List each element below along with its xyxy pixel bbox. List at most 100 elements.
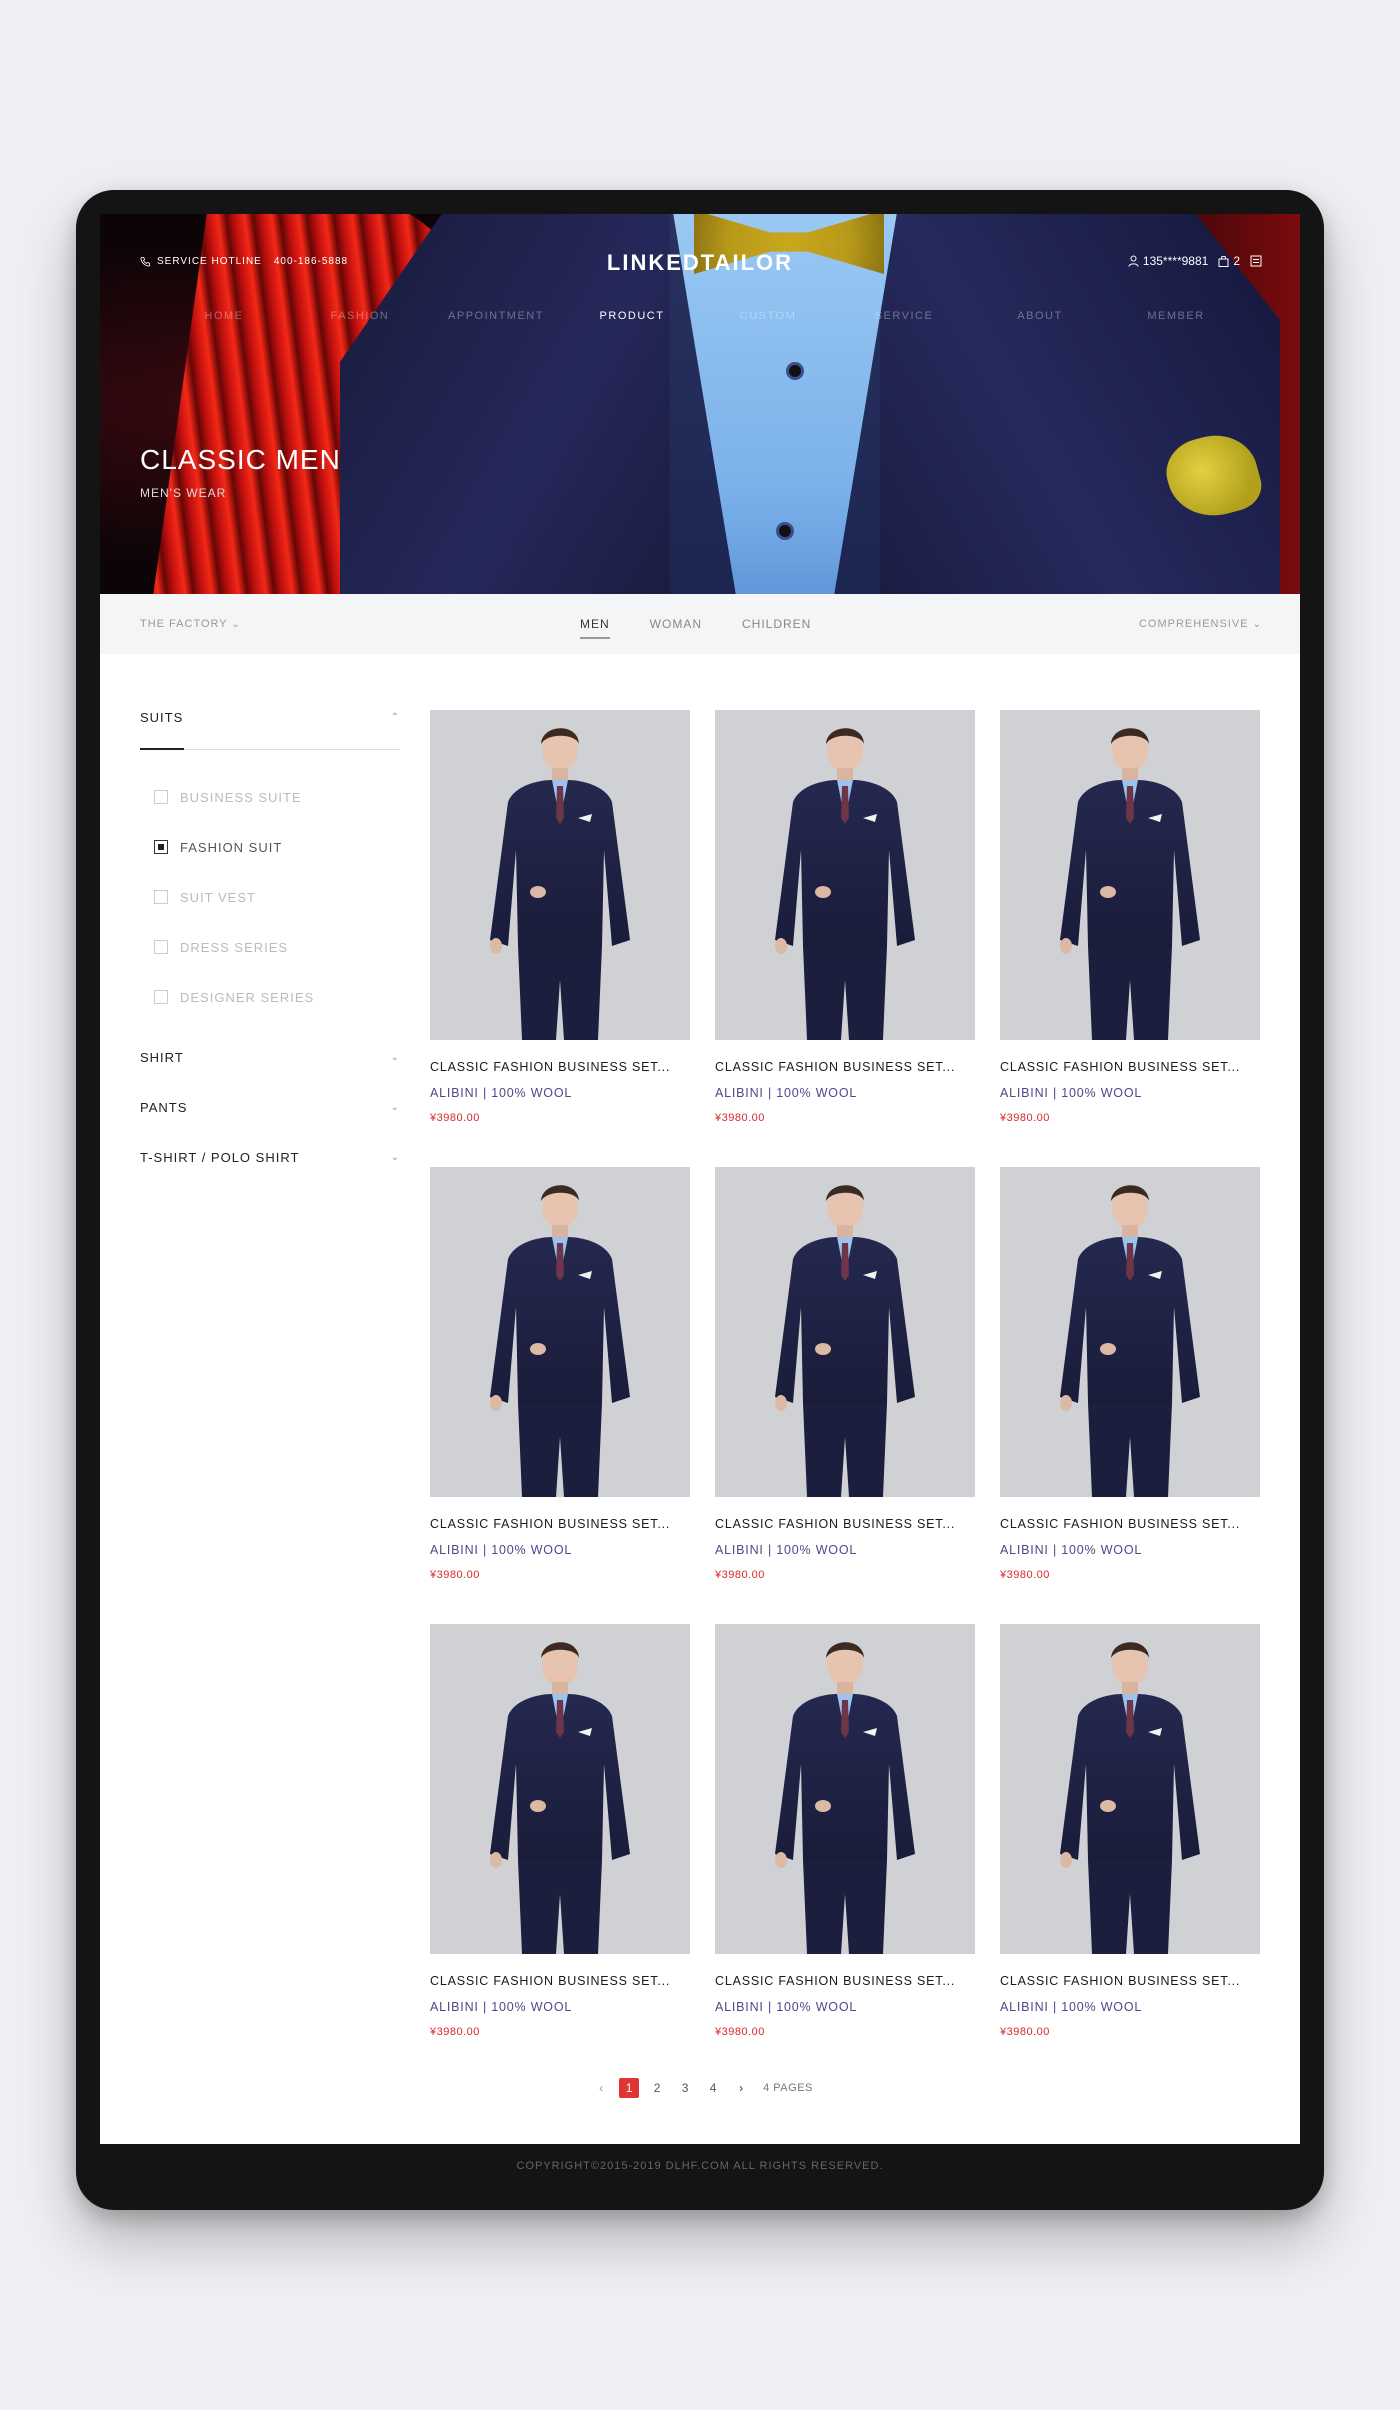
product-card[interactable]: CLASSIC FASHION BUSINESS SET... ALIBINI … — [1000, 1167, 1260, 1624]
category-pants[interactable]: PANTS ⌄ — [140, 1082, 400, 1132]
top-bar: SERVICE HOTLINE 400-186-5888 LINKEDTAILO… — [100, 214, 1300, 322]
page-3[interactable]: 3 — [671, 2081, 699, 2095]
product-brand: ALIBINI | 100% WOOL — [430, 2000, 573, 2014]
filter-bar: THE FACTORY ⌄ MEN WOMAN CHILDREN COMPREH… — [100, 594, 1300, 654]
page-4[interactable]: 4 — [699, 2081, 727, 2095]
subcategory-business-suite[interactable]: BUSINESS SUITE — [154, 772, 400, 822]
nav-about[interactable]: ABOUT — [972, 310, 1108, 322]
product-card[interactable]: CLASSIC FASHION BUSINESS SET... ALIBINI … — [715, 1624, 975, 2081]
chevron-down-icon: ⌄ — [390, 1101, 400, 1113]
total-pages: 4 PAGES — [763, 2082, 813, 2094]
product-name[interactable]: CLASSIC FASHION BUSINESS SET... — [715, 1060, 975, 1074]
checkbox[interactable] — [154, 940, 168, 954]
tab-children[interactable]: CHILDREN — [742, 617, 811, 639]
footer-copyright: COPYRIGHT©2015-2019 DLHF.COM ALL RIGHTS … — [516, 2160, 884, 2172]
next-page-icon[interactable]: › — [727, 2081, 755, 2095]
hero-banner: SERVICE HOTLINE 400-186-5888 LINKEDTAILO… — [100, 214, 1300, 594]
product-name[interactable]: CLASSIC FASHION BUSINESS SET... — [430, 1974, 690, 1988]
product-name[interactable]: CLASSIC FASHION BUSINESS SET... — [715, 1517, 975, 1531]
product-photo — [490, 1642, 630, 1954]
suits-subcategories: BUSINESS SUITE FASHION SUIT SUIT VEST DR… — [140, 750, 400, 1032]
product-grid: CLASSIC FASHION BUSINESS SET... ALIBINI … — [430, 710, 1260, 2081]
checkbox[interactable] — [154, 790, 168, 804]
nav-fashion[interactable]: FASHION — [292, 310, 428, 322]
category-suits[interactable]: SUITS ⌃ — [140, 708, 400, 750]
chevron-down-icon: ⌄ — [390, 1051, 400, 1063]
category-shirt[interactable]: SHIRT ⌄ — [140, 1032, 400, 1082]
subcategory-fashion-suit[interactable]: FASHION SUIT — [154, 822, 400, 872]
product-price: ¥3980.00 — [1000, 1112, 1050, 1124]
factory-dropdown[interactable]: THE FACTORY ⌄ — [140, 618, 241, 630]
product-price: ¥3980.00 — [715, 2026, 765, 2038]
product-card[interactable]: CLASSIC FASHION BUSINESS SET... ALIBINI … — [715, 1167, 975, 1624]
product-brand: ALIBINI | 100% WOOL — [1000, 1086, 1143, 1100]
page-1[interactable]: 1 — [619, 2078, 640, 2098]
checkbox[interactable] — [154, 890, 168, 904]
chevron-up-icon: ⌃ — [390, 712, 400, 723]
nav-appointment[interactable]: APPOINTMENT — [428, 310, 564, 322]
nav-home[interactable]: HOME — [156, 310, 292, 322]
nav-member[interactable]: MEMBER — [1108, 310, 1244, 322]
product-image[interactable] — [430, 1167, 690, 1497]
subcategory-label: DRESS SERIES — [180, 939, 289, 955]
product-card[interactable]: CLASSIC FASHION BUSINESS SET... ALIBINI … — [1000, 1624, 1260, 2081]
category-label: SUITS — [140, 710, 184, 725]
user-account[interactable]: 135****9881 — [1128, 254, 1208, 268]
orders[interactable] — [1250, 255, 1262, 267]
product-photo — [1060, 1185, 1200, 1497]
category-label: PANTS — [140, 1099, 188, 1115]
product-image[interactable] — [715, 1167, 975, 1497]
product-name[interactable]: CLASSIC FASHION BUSINESS SET... — [1000, 1974, 1260, 1988]
subcategory-label: SUIT VEST — [180, 889, 256, 905]
product-name[interactable]: CLASSIC FASHION BUSINESS SET... — [715, 1974, 975, 1988]
product-brand: ALIBINI | 100% WOOL — [1000, 2000, 1143, 2014]
product-photo — [775, 728, 915, 1040]
user-area: 135****9881 2 — [1128, 254, 1262, 268]
product-name[interactable]: CLASSIC FASHION BUSINESS SET... — [430, 1517, 690, 1531]
product-image[interactable] — [715, 1624, 975, 1954]
product-image[interactable] — [430, 1624, 690, 1954]
page-2[interactable]: 2 — [643, 2081, 671, 2095]
nav-custom[interactable]: CUSTOM — [700, 310, 836, 322]
factory-label: THE FACTORY — [140, 618, 228, 630]
product-price: ¥3980.00 — [1000, 2026, 1050, 2038]
nav-product[interactable]: PRODUCT — [564, 310, 700, 322]
list-icon — [1250, 255, 1262, 267]
cart[interactable]: 2 — [1218, 254, 1240, 268]
category-sidebar: SUITS ⌃ BUSINESS SUITE FASHION SUIT SUIT… — [140, 708, 400, 1182]
product-brand: ALIBINI | 100% WOOL — [715, 1543, 858, 1557]
sort-label: COMPREHENSIVE — [1138, 618, 1249, 630]
product-name[interactable]: CLASSIC FASHION BUSINESS SET... — [1000, 1060, 1260, 1074]
hero-title: CLASSIC MEN — [140, 444, 341, 475]
site-logo[interactable]: LINKEDTAILOR — [100, 250, 1300, 276]
product-card[interactable]: CLASSIC FASHION BUSINESS SET... ALIBINI … — [1000, 710, 1260, 1167]
subcategory-designer-series[interactable]: DESIGNER SERIES — [154, 972, 400, 1022]
product-image[interactable] — [715, 710, 975, 1040]
category-tshirt-polo[interactable]: T-SHIRT / POLO SHIRT ⌄ — [140, 1132, 400, 1182]
product-photo — [775, 1642, 915, 1954]
product-brand: ALIBINI | 100% WOOL — [715, 2000, 858, 2014]
sort-dropdown[interactable]: COMPREHENSIVE ⌄ — [1139, 618, 1262, 630]
product-card[interactable]: CLASSIC FASHION BUSINESS SET... ALIBINI … — [430, 710, 690, 1167]
checkbox[interactable] — [154, 990, 168, 1004]
tab-men[interactable]: MEN — [580, 617, 610, 639]
nav-service[interactable]: SERVICE — [836, 310, 972, 322]
product-name[interactable]: CLASSIC FASHION BUSINESS SET... — [1000, 1517, 1260, 1531]
product-photo — [775, 1185, 915, 1497]
product-image[interactable] — [430, 710, 690, 1040]
gender-tabs: MEN WOMAN CHILDREN — [580, 617, 811, 639]
product-card[interactable]: CLASSIC FASHION BUSINESS SET... ALIBINI … — [715, 710, 975, 1167]
prev-page-icon[interactable]: ‹ — [587, 2081, 615, 2095]
subcategory-suit-vest[interactable]: SUIT VEST — [154, 872, 400, 922]
product-image[interactable] — [1000, 1624, 1260, 1954]
product-image[interactable] — [1000, 710, 1260, 1040]
subcategory-dress-series[interactable]: DRESS SERIES — [154, 922, 400, 972]
user-phone: 135****9881 — [1142, 254, 1209, 268]
product-photo — [1060, 1642, 1200, 1954]
tab-woman[interactable]: WOMAN — [650, 617, 702, 639]
checkbox-checked[interactable] — [154, 840, 168, 854]
product-card[interactable]: CLASSIC FASHION BUSINESS SET... ALIBINI … — [430, 1624, 690, 2081]
product-card[interactable]: CLASSIC FASHION BUSINESS SET... ALIBINI … — [430, 1167, 690, 1624]
product-image[interactable] — [1000, 1167, 1260, 1497]
product-name[interactable]: CLASSIC FASHION BUSINESS SET... — [430, 1060, 690, 1074]
